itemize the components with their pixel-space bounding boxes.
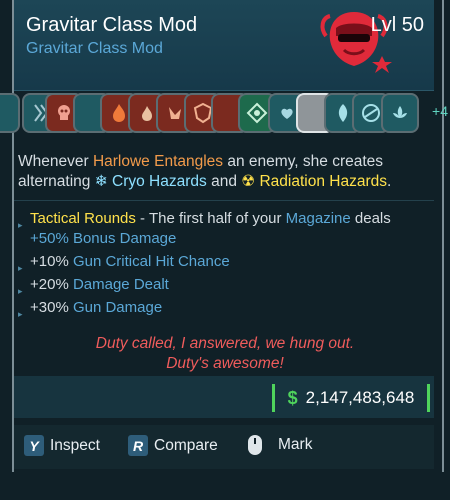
harlowe-entangles-keyword: Harlowe Entangles	[92, 153, 224, 170]
list-item: +30% Gun Damage	[18, 298, 433, 324]
list-item: +20% Damage Dealt	[18, 275, 433, 301]
action-bar: Y Inspect R Compare Mark	[14, 425, 434, 469]
item-type: Gravitar Class Mod	[26, 40, 163, 57]
skill-icon-strip[interactable]: +4	[0, 93, 450, 137]
item-description: Whenever Harlowe Entangles an enemy, she…	[18, 152, 433, 192]
inspect-label: Inspect	[50, 436, 100, 454]
flavor-line: Duty's awesome!	[166, 355, 284, 372]
price-bar: $ 2,147,483,648	[14, 376, 434, 418]
y-key-icon: Y	[24, 435, 44, 456]
stat-name: Damage Dealt	[72, 276, 169, 293]
bonus-damage-value: +50% Bonus Damage	[30, 230, 177, 247]
radiation-hazards-keyword: Radiation Hazards	[259, 173, 387, 190]
item-card: Gravitar Class Mod Gravitar Class Mod Lv…	[0, 0, 450, 500]
item-title: Gravitar Class Mod	[26, 14, 198, 36]
magazine-keyword: Magazine	[285, 210, 351, 227]
list-item: +10% Gun Critical Hit Chance	[18, 252, 433, 278]
more-icons-count[interactable]: +4	[432, 103, 448, 119]
compare-label: Compare	[154, 436, 218, 454]
cryo-icon: ❄	[94, 173, 108, 190]
desc-text: .	[386, 173, 392, 190]
price-box: $ 2,147,483,648	[272, 384, 430, 412]
bullet-text: deals	[350, 210, 391, 227]
mark-label: Mark	[278, 436, 313, 453]
flavor-text: Duty called, I answered, we hung out. Du…	[14, 334, 436, 374]
stat-name: Gun Damage	[72, 299, 163, 316]
compare-button[interactable]: R Compare	[128, 435, 218, 456]
mouse-icon	[248, 435, 262, 455]
stat-percent: +20%	[30, 276, 73, 293]
stat-list: Tactical Rounds - The first half of your…	[18, 209, 433, 324]
section-divider	[14, 200, 434, 201]
stat-name: Gun Critical Hit Chance	[72, 253, 230, 270]
list-item: Tactical Rounds - The first half of your…	[18, 209, 433, 249]
cryo-hazards-keyword: Cryo Hazards	[112, 173, 207, 190]
tree-skill-icon[interactable]	[0, 93, 20, 133]
item-header: Gravitar Class Mod Gravitar Class Mod Lv…	[14, 0, 434, 91]
item-level: Lvl 50	[370, 14, 424, 36]
inspect-button[interactable]: Y Inspect	[24, 435, 100, 456]
price-value: 2,147,483,648	[305, 388, 415, 407]
r-key-icon: R	[128, 435, 148, 456]
flavor-line: Duty called, I answered, we hung out.	[95, 335, 355, 352]
desc-text: Whenever	[18, 153, 93, 170]
stat-percent: +30%	[30, 299, 73, 316]
tactical-rounds-keyword: Tactical Rounds	[30, 210, 136, 227]
stat-percent: +10%	[30, 253, 73, 270]
dollar-icon: $	[287, 387, 298, 408]
radiation-icon: ☢	[241, 173, 256, 190]
lotus-skill-icon[interactable]	[381, 93, 419, 133]
bullet-text: - The first half of your	[135, 210, 286, 227]
desc-text: and	[206, 173, 242, 190]
mark-button[interactable]: Mark	[248, 435, 312, 455]
